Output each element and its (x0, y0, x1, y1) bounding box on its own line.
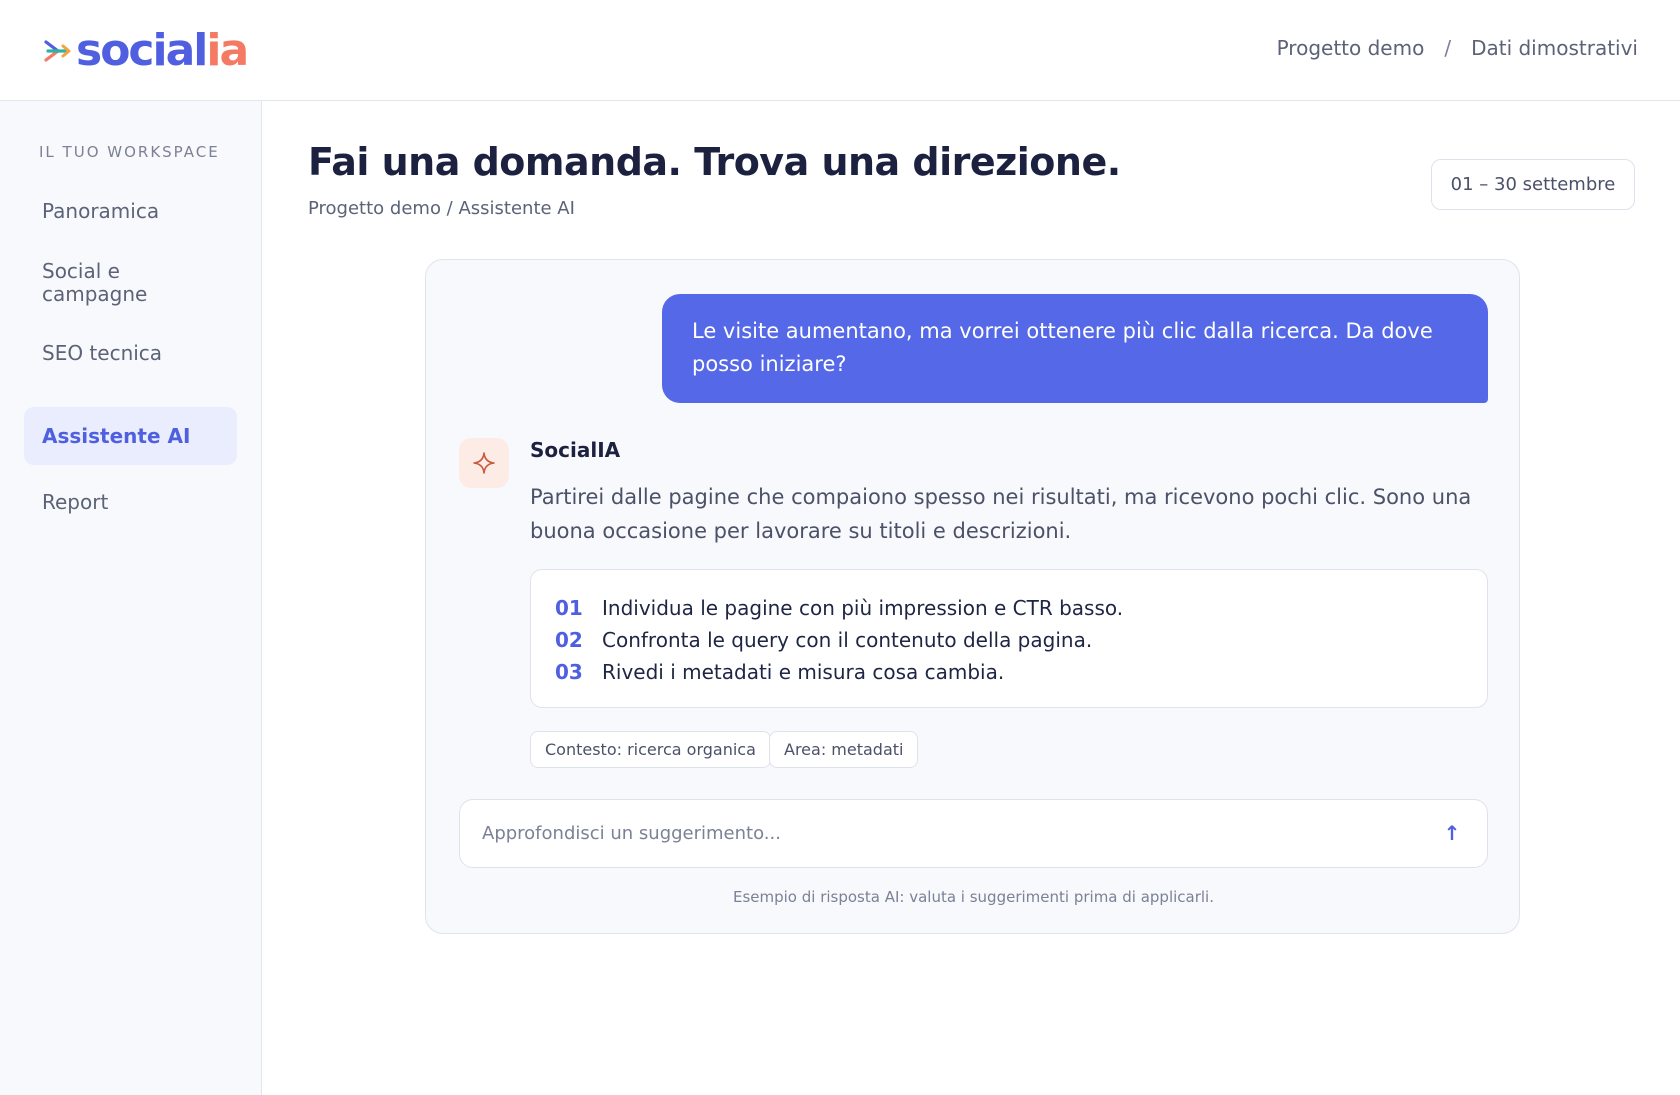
assistant-message: Partirei dalle pagine che compaiono spes… (530, 485, 1472, 543)
sidebar-item-label: Report (42, 489, 109, 514)
assistant-name: SocialIA (530, 438, 621, 462)
chat-panel: Le visite aumentano, ma vorrei ottenere … (425, 259, 1520, 934)
step-text: Rivedi i metadati e misura cosa cambia. (602, 660, 1005, 684)
workspace-label: IL TUO WORKSPACE (39, 143, 220, 161)
logo-text-secondary: ia (206, 25, 249, 76)
page-title: Fai una domanda. Trova una direzione. (308, 140, 1121, 184)
sidebar-item-social-campagne[interactable]: Social e campagne (24, 253, 237, 313)
sidebar-item-report[interactable]: Report (24, 482, 237, 522)
sparkle-icon (473, 452, 495, 474)
step-text: Individua le pagine con più impression e… (602, 596, 1124, 620)
logo-text: socialia (76, 25, 249, 76)
top-header: socialia Progetto demo / Dati dimostrati… (0, 0, 1680, 101)
step-text: Confronta le query con il contenuto dell… (602, 628, 1093, 652)
step-number: 03 (555, 660, 583, 684)
assistant-avatar (459, 438, 509, 488)
sidebar: IL TUO WORKSPACE Panoramica Social e cam… (0, 101, 262, 1095)
chat-input[interactable] (460, 800, 1420, 867)
sidebar-item-panoramica[interactable]: Panoramica (24, 191, 237, 231)
logo-text-primary: social (76, 25, 208, 76)
context-chip[interactable]: Contesto: ricerca organica (530, 731, 771, 768)
top-nav-data[interactable]: Dati dimostrativi (1471, 36, 1638, 60)
sidebar-item-label: SEO tecnica (42, 340, 163, 365)
ai-disclaimer: Esempio di risposta AI: valuta i suggeri… (732, 888, 1214, 906)
app-logo[interactable]: socialia (42, 25, 249, 76)
step-item: 02 Confronta le query con il contenuto d… (555, 624, 1463, 656)
sidebar-item-seo-tecnica[interactable]: SEO tecnica (24, 333, 237, 373)
date-range-button[interactable]: 01 – 30 settembre (1431, 159, 1635, 210)
user-message-bubble: Le visite aumentano, ma vorrei ottenere … (662, 294, 1488, 403)
arrow-up-icon: ↑ (1443, 821, 1461, 845)
top-nav-project[interactable]: Progetto demo (1277, 36, 1425, 60)
breadcrumb: Progetto demo / Assistente AI (308, 198, 575, 219)
sidebar-item-label: Social e campagne (42, 259, 148, 306)
send-button[interactable]: ↑ (1437, 818, 1467, 848)
sidebar-item-label: Panoramica (42, 198, 160, 223)
assistant-steps-card: 01 Individua le pagine con più impressio… (530, 569, 1488, 708)
step-item: 01 Individua le pagine con più impressio… (555, 592, 1463, 624)
sidebar-item-label: Assistente AI (42, 423, 191, 448)
area-chip[interactable]: Area: metadati (769, 731, 919, 768)
sidebar-item-assistente-ai[interactable]: Assistente AI (24, 407, 237, 465)
step-number: 02 (555, 628, 583, 652)
step-item: 03 Rivedi i metadati e misura cosa cambi… (555, 656, 1463, 688)
step-number: 01 (555, 596, 583, 620)
logo-arrow-icon (44, 40, 71, 62)
top-breadcrumb: Progetto demo / Dati dimostrativi (1277, 36, 1638, 60)
chat-input-box: ↑ (459, 799, 1488, 868)
top-nav-separator: / (1444, 36, 1452, 60)
